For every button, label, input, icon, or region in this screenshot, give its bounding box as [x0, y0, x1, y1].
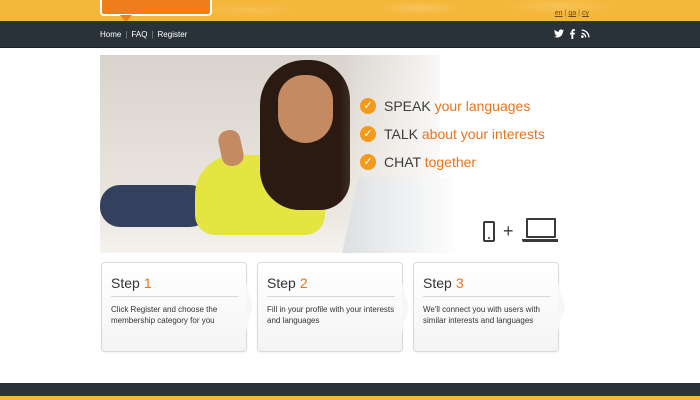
twitter-icon[interactable] — [554, 29, 564, 40]
plus-sign: + — [503, 221, 514, 241]
top-banner: en | ga | cy — [0, 0, 700, 22]
feature-item: ✓ SPEAK your languages — [360, 92, 545, 120]
feature-text: SPEAK your languages — [384, 98, 531, 114]
hero-photo-face — [278, 75, 333, 143]
language-separator: | — [564, 10, 567, 17]
step-description: We'll connect you with users with simila… — [423, 305, 540, 325]
step-card-3: Step 3 We'll connect you with users with … — [413, 262, 565, 352]
step-description: Fill in your profile with your interests… — [267, 305, 395, 325]
language-selector: en | ga | cy — [555, 10, 589, 17]
step-description: Click Register and choose the membership… — [111, 305, 218, 325]
language-link-cy[interactable]: cy — [582, 10, 589, 17]
facebook-icon[interactable] — [570, 28, 575, 41]
language-link-en[interactable]: en — [555, 10, 563, 17]
feature-list: ✓ SPEAK your languages ✓ TALK about your… — [360, 92, 545, 176]
language-link-ga[interactable]: ga — [568, 10, 576, 17]
check-icon: ✓ — [360, 154, 376, 170]
step-card-2: Step 2 Fill in your profile with your int… — [257, 262, 409, 352]
site-logo[interactable] — [100, 0, 212, 22]
check-icon: ✓ — [360, 126, 376, 142]
hero-banner: ✓ SPEAK your languages ✓ TALK about your… — [100, 55, 558, 253]
nav-register-link[interactable]: Register — [158, 30, 188, 39]
social-links — [554, 21, 590, 48]
nav-divider: | — [151, 30, 154, 39]
step-title: Step 2 — [267, 275, 395, 297]
step-title: Step 3 — [423, 275, 551, 297]
devices-graphic: + — [483, 218, 558, 244]
language-separator: | — [578, 10, 580, 17]
check-icon: ✓ — [360, 98, 376, 114]
step-card-1: Step 1 Click Register and choose the memb… — [101, 262, 253, 352]
phone-icon — [483, 220, 495, 242]
main-navbar: Home | FAQ | Register — [0, 21, 700, 48]
feature-text: TALK about your interests — [384, 126, 545, 142]
feature-item: ✓ CHAT together — [360, 148, 545, 176]
hero-photo-jeans — [100, 185, 210, 227]
nav-faq-link[interactable]: FAQ — [131, 30, 147, 39]
step-title: Step 1 — [111, 275, 239, 297]
nav-divider: | — [125, 30, 128, 39]
nav-links: Home | FAQ | Register — [100, 21, 187, 48]
rss-icon[interactable] — [581, 29, 590, 40]
nav-home-link[interactable]: Home — [100, 30, 121, 39]
footer-strip — [0, 396, 700, 400]
feature-item: ✓ TALK about your interests — [360, 120, 545, 148]
feature-text: CHAT together — [384, 154, 477, 170]
laptop-icon — [521, 218, 558, 244]
